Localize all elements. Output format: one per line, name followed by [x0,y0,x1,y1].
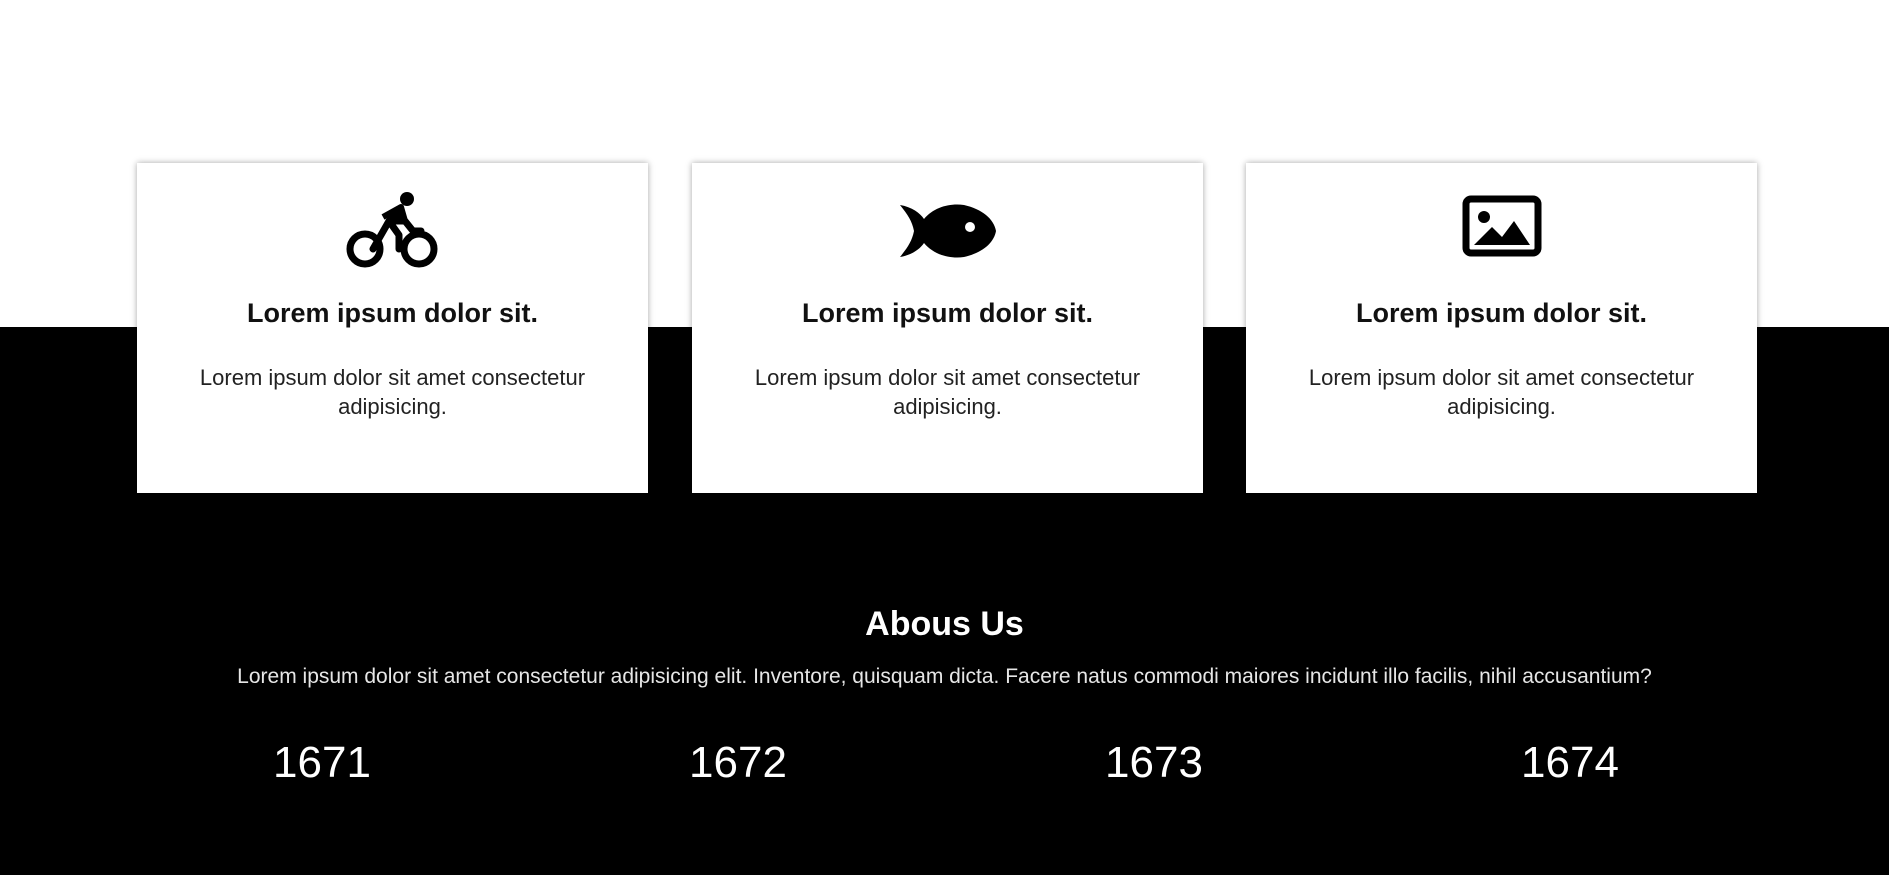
card-text: Lorem ipsum dolor sit amet consectetur a… [1308,365,1695,419]
card-text: Lorem ipsum dolor sit amet consectetur a… [754,365,1141,419]
stat-value: 1673 [1105,738,1203,787]
stat-value: 1672 [689,738,787,787]
about-text: Lorem ipsum dolor sit amet consectetur a… [237,665,1652,688]
feature-card-1: Lorem ipsum dolor sit. Lorem ipsum dolor… [137,163,648,493]
stat-value: 1671 [273,738,371,787]
fish-icon [898,191,998,271]
card-title: Lorem ipsum dolor sit. [246,298,539,328]
card-title: Lorem ipsum dolor sit. [801,298,1094,328]
card-title: Lorem ipsum dolor sit. [1355,298,1648,328]
stat-value: 1674 [1521,738,1619,787]
feature-card-3: Lorem ipsum dolor sit. Lorem ipsum dolor… [1246,163,1757,493]
stats-row: 1671 1672 1673 1674 [114,738,1778,788]
feature-card-2: Lorem ipsum dolor sit. Lorem ipsum dolor… [692,163,1203,493]
image-icon [1452,191,1552,271]
card-text: Lorem ipsum dolor sit amet consectetur a… [199,365,586,419]
about-title: Abous Us [865,605,1024,643]
bicycle-icon [343,191,443,271]
